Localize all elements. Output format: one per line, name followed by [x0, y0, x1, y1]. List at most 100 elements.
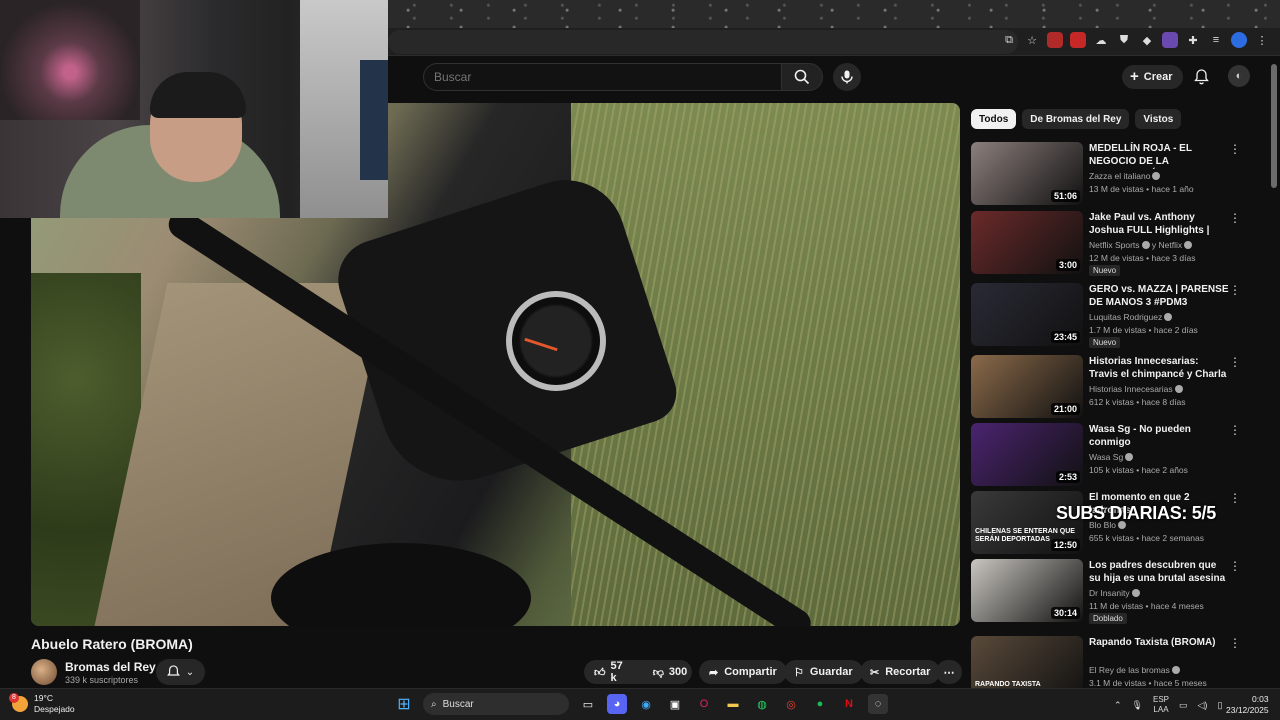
diamond-extension-icon[interactable]: ◆ [1139, 32, 1155, 48]
screen: ⧉ ☆ ☁ ⛊ ◆ ✚ ≡ ⋮ + Crear [0, 0, 1280, 720]
share-button[interactable]: ➦ Compartir [699, 660, 787, 684]
recommendation-item[interactable]: 2:53 Wasa Sg - No pueden conmigo Wasa Sg 10… [971, 423, 1261, 487]
discord-icon[interactable]: ◕ [607, 694, 627, 714]
channel-name[interactable]: Luquitas Rodriguez [1089, 312, 1162, 322]
recommendation-item[interactable]: 23:45 GERO vs. MAZZA | PARENSE DE MANOS 3… [971, 283, 1261, 348]
language-indicator[interactable]: ESP LAA [1153, 695, 1169, 715]
recommendation-item[interactable]: 30:14 Los padres descubren que su hija es… [971, 559, 1261, 624]
profile-icon[interactable] [1231, 32, 1247, 48]
clock[interactable]: 0:03 23/12/2025 [1226, 694, 1269, 716]
more-vertical-icon[interactable]: ⋮ [1229, 211, 1241, 227]
channel-name[interactable]: Bromas del Rey [65, 660, 156, 674]
channel-name[interactable]: Zazza el italiano [1089, 171, 1150, 181]
video-thumbnail[interactable]: 3:00 [971, 211, 1083, 274]
network-icon[interactable]: ▭ [1179, 700, 1188, 711]
account-avatar[interactable]: ◐ [1228, 65, 1250, 87]
search-input[interactable] [434, 70, 771, 84]
chip-channel[interactable]: De Bromas del Rey [1022, 109, 1130, 129]
search-box [423, 63, 781, 91]
recommendation-title[interactable]: Los padres descubren que su hija es una … [1089, 559, 1229, 585]
recommendation-title[interactable]: Wasa Sg - No pueden conmigo [1089, 423, 1229, 449]
recommendation-title[interactable]: Rapando Taxista (BROMA) [1089, 636, 1229, 649]
more-vertical-icon[interactable]: ⋮ [1229, 142, 1241, 158]
create-button[interactable]: + Crear [1122, 65, 1183, 89]
microphone-icon[interactable]: 🎙︎ [1132, 700, 1143, 711]
recommendation-badge: Nuevo [1089, 337, 1121, 348]
video-thumbnail[interactable]: 51:06 [971, 142, 1083, 205]
voice-search-button[interactable] [833, 63, 861, 91]
opera-icon[interactable]: O [694, 694, 714, 714]
channel-name[interactable]: El Rey de las bromas [1089, 665, 1170, 675]
battery-icon[interactable]: ▯ [1217, 700, 1222, 711]
video-thumbnail[interactable]: 23:45 [971, 283, 1083, 346]
task-view-icon[interactable]: ▭ [578, 694, 598, 714]
filter-chips: Todos De Bromas del Rey Vistos [971, 109, 1182, 129]
bookmark-star-icon[interactable]: ☆ [1024, 32, 1040, 48]
whatsapp-icon[interactable]: ◍ [752, 694, 772, 714]
windows-start-icon[interactable]: ⊞ [394, 694, 414, 714]
more-vertical-icon[interactable]: ⋮ [1229, 423, 1241, 439]
recommendation-item[interactable]: 51:06 MEDELLÍN ROJA - EL NEGOCIO DE LA PR… [971, 142, 1261, 206]
notifications-button[interactable] [1190, 66, 1212, 88]
recommendation-channel: Historias Innecesarias [1089, 384, 1183, 394]
chip-all[interactable]: Todos [971, 109, 1017, 129]
youtube-extension-icon[interactable] [1070, 32, 1086, 48]
more-vertical-icon[interactable]: ⋮ [1229, 559, 1241, 575]
recommendation-title[interactable]: Jake Paul vs. Anthony Joshua FULL Highli… [1089, 211, 1229, 238]
more-vertical-icon[interactable]: ⋮ [1229, 355, 1241, 371]
webcam-christmas-tree [0, 0, 140, 120]
recommendation-title[interactable]: Historias Innecesarias: Travis el chimpa… [1089, 355, 1229, 382]
store-icon[interactable]: ▣ [665, 694, 685, 714]
chevron-up-icon[interactable]: ⌃ [1114, 700, 1122, 711]
sun-icon: 8 [9, 693, 28, 712]
netflix-icon[interactable]: N [839, 694, 859, 714]
more-actions-button[interactable]: ⋯ [936, 660, 962, 684]
recommendation-title[interactable]: GERO vs. MAZZA | PARENSE DE MANOS 3 #PDM… [1089, 283, 1229, 309]
spotify-icon[interactable]: ● [810, 694, 830, 714]
more-vertical-icon[interactable]: ⋮ [1229, 636, 1241, 652]
video-thumbnail[interactable]: 2:53 [971, 423, 1083, 486]
browser-menu-icon[interactable]: ⋮ [1254, 32, 1270, 48]
edge-icon[interactable]: ◉ [636, 694, 656, 714]
verified-icon [1164, 313, 1173, 321]
weather-widget[interactable]: 8 19°C Despejado [9, 693, 75, 715]
page-scrollbar[interactable] [1271, 64, 1277, 188]
file-explorer-icon[interactable]: ▬ [723, 694, 743, 714]
chrome-icon[interactable]: ◎ [781, 694, 801, 714]
reading-list-icon[interactable]: ≡ [1208, 32, 1224, 48]
channel-collab[interactable]: y Netflix [1152, 240, 1182, 250]
video-thumbnail[interactable]: 21:00 [971, 355, 1083, 418]
verified-icon [1152, 172, 1161, 180]
recommendation-item[interactable]: 3:00 Jake Paul vs. Anthony Joshua FULL Hi… [971, 211, 1261, 276]
channel-name[interactable]: Historias Innecesarias [1089, 384, 1173, 394]
taskbar-search[interactable]: ⌕ Buscar [423, 693, 569, 715]
subscription-bell-button[interactable]: ⌄ [156, 659, 205, 685]
search-button[interactable] [781, 63, 823, 91]
puzzle-extensions-icon[interactable]: ✚ [1185, 32, 1201, 48]
channel-name[interactable]: Netflix Sports [1089, 240, 1140, 250]
channel-name[interactable]: Dr Insanity [1089, 588, 1130, 598]
obs-icon[interactable]: ◌ [868, 694, 888, 714]
save-button[interactable]: ⚐ Guardar [784, 660, 863, 684]
purple-extension-icon[interactable] [1162, 32, 1178, 48]
like-button[interactable]: 👍︎ 57 k [584, 660, 631, 684]
volume-icon[interactable]: ◁) [1198, 700, 1208, 711]
recommendation-channel: Luquitas Rodriguez [1089, 312, 1173, 322]
channel-avatar[interactable] [31, 659, 57, 685]
recommendation-channel: Dr Insanity [1089, 588, 1140, 598]
more-vertical-icon[interactable]: ⋮ [1229, 491, 1241, 507]
verified-icon [1174, 385, 1183, 393]
recommendation-title[interactable]: MEDELLÍN ROJA - EL NEGOCIO DE LA PROSTIT… [1089, 142, 1229, 169]
clip-button[interactable]: ✂ Recortar [860, 660, 941, 684]
cloud-extension-icon[interactable]: ☁ [1093, 32, 1109, 48]
recommendation-item[interactable]: 21:00 Historias Innecesarias: Travis el c… [971, 355, 1261, 419]
shield-extension-icon[interactable]: ⛊ [1116, 32, 1132, 48]
install-app-icon[interactable]: ⧉ [1001, 32, 1017, 48]
channel-name[interactable]: Wasa Sg [1089, 452, 1123, 462]
extension-icon[interactable] [1047, 32, 1063, 48]
more-vertical-icon[interactable]: ⋮ [1229, 283, 1241, 299]
address-bar[interactable] [388, 30, 1018, 54]
dislike-button[interactable]: 👎︎ 300 [643, 660, 696, 684]
chip-watched[interactable]: Vistos [1135, 109, 1182, 129]
video-thumbnail[interactable]: 30:14 [971, 559, 1083, 622]
